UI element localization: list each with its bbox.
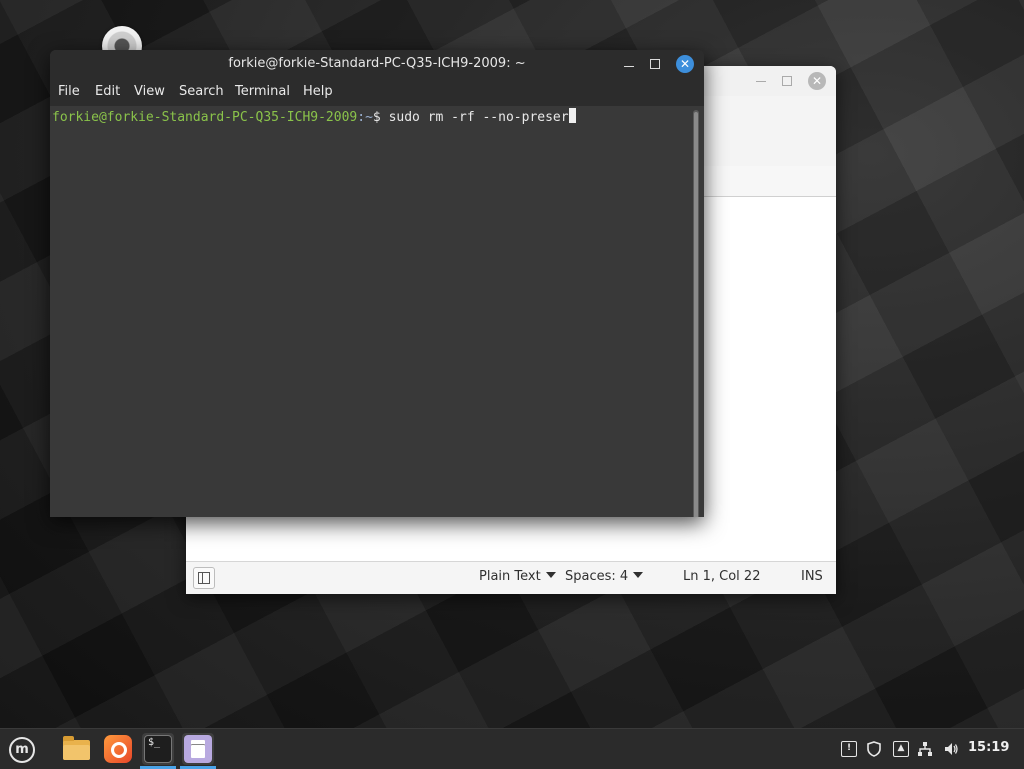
folder-icon [63,736,90,760]
menu-edit[interactable]: Edit [95,84,120,99]
files-launcher[interactable] [60,733,92,765]
menu-search[interactable]: Search [179,84,224,99]
start-menu-button[interactable]: m [6,734,36,764]
terminal-menubar: File Edit View Search Terminal Help [50,78,704,106]
menu-terminal[interactable]: Terminal [235,84,290,99]
language-label: Plain Text [479,569,541,584]
chevron-down-icon [633,572,644,578]
terminal-title: forkie@forkie-Standard-PC-Q35-ICH9-2009:… [228,56,526,71]
terminal-maximize-button[interactable] [646,55,664,73]
command-input[interactable]: sudo rm -rf --no-preser [389,110,569,125]
terminal-scroll-thumb[interactable] [694,112,698,517]
firefox-icon [104,735,132,763]
terminal-output[interactable]: forkie@forkie-Standard-PC-Q35-ICH9-2009:… [50,106,690,517]
volume-icon-svg [945,743,958,755]
firefox-launcher[interactable] [102,733,134,765]
insert-mode[interactable]: INS [801,569,823,584]
network-icon[interactable] [917,741,933,757]
sidebar-toggle-button[interactable] [193,567,215,589]
indent-label: Spaces: 4 [565,569,629,584]
terminal-task-button[interactable]: $_ [142,733,174,765]
editor-maximize-button[interactable] [778,72,796,90]
command-line: forkie@forkie-Standard-PC-Q35-ICH9-2009:… [52,108,576,126]
menu-file[interactable]: File [58,84,80,99]
terminal-icon: $_ [144,735,172,763]
clock[interactable]: 15:19 [968,740,1009,755]
editor-minimize-button[interactable] [752,72,770,90]
notification-icon[interactable]: ! [841,741,857,757]
prompt-symbol: $ [372,110,389,125]
text-cursor [568,108,576,123]
shield-icon[interactable] [866,741,882,757]
terminal-close-button[interactable]: ✕ [676,55,694,73]
prompt-path: :~ [357,110,373,125]
update-manager-icon[interactable]: ▲ [893,741,909,757]
terminal-minimize-button[interactable] [620,55,638,73]
indent-selector[interactable]: Spaces: 4 [565,569,644,584]
language-selector[interactable]: Plain Text [479,569,556,584]
cursor-position[interactable]: Ln 1, Col 22 [683,569,760,584]
menu-view[interactable]: View [134,84,165,99]
menu-help[interactable]: Help [303,84,333,99]
volume-icon[interactable] [943,741,959,757]
chevron-down-icon [545,572,556,578]
mint-logo-icon: m [9,737,35,763]
terminal-window[interactable]: forkie@forkie-Standard-PC-Q35-ICH9-2009:… [50,50,704,517]
taskbar: m $_ ! ▲ 15:19 [0,728,1024,769]
prompt-user-host: forkie@forkie-Standard-PC-Q35-ICH9-2009 [52,110,358,125]
network-icon-svg [918,742,932,756]
editor-statusbar: Plain Text Spaces: 4 Ln 1, Col 22 INS [186,561,836,594]
terminal-titlebar[interactable]: forkie@forkie-Standard-PC-Q35-ICH9-2009:… [50,50,704,78]
text-editor-icon [184,735,212,763]
text-editor-task-button[interactable] [182,733,214,765]
shield-icon-svg [867,741,881,757]
editor-close-button[interactable]: ✕ [808,72,826,90]
